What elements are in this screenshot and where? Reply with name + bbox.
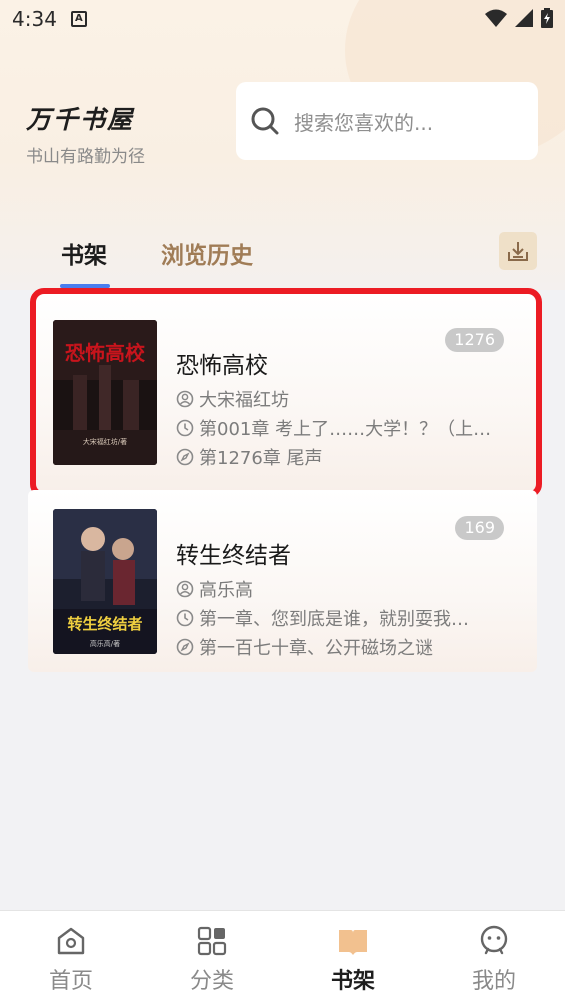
download-icon bbox=[508, 242, 528, 261]
home-icon bbox=[57, 927, 85, 955]
book-author: 大宋福红坊 bbox=[199, 390, 289, 411]
cover-title: 恐怖高校 bbox=[65, 341, 146, 365]
nav-home[interactable]: 首页 bbox=[31, 925, 111, 995]
book-card-1[interactable]: 恐怖高校 大宋福红坊/著 恐怖高校 1276 大宋福红坊 第001章 考上了……… bbox=[30, 288, 542, 498]
chapter-count-badge: 1276 bbox=[445, 328, 504, 352]
nav-bookshelf[interactable]: 书架 bbox=[313, 925, 393, 995]
nav-category[interactable]: 分类 bbox=[172, 925, 252, 995]
author-row: 大宋福红坊 bbox=[176, 386, 516, 412]
app-slogan: 书山有路勤为径 bbox=[26, 147, 145, 167]
brand: 万千书屋 书山有路勤为径 bbox=[26, 100, 145, 167]
nav-label: 书架 bbox=[330, 969, 375, 994]
book-cover: 恐怖高校 大宋福红坊/著 bbox=[53, 320, 157, 465]
last-read-row: 第一章、您到底是谁，就别耍我… bbox=[176, 605, 506, 631]
latest-row: 第一百七十章、公开磁场之谜 bbox=[176, 634, 506, 660]
book-title: 恐怖高校 bbox=[176, 353, 268, 379]
status-bar: 4:34 A bbox=[0, 0, 565, 38]
book-author: 高乐高 bbox=[199, 580, 253, 601]
download-button[interactable] bbox=[499, 232, 537, 270]
tab-history[interactable]: 浏览历史 bbox=[161, 236, 253, 270]
clock-icon bbox=[176, 609, 194, 627]
latest-chapter: 第1276章 尾声 bbox=[199, 448, 323, 469]
author-icon bbox=[176, 390, 194, 408]
author-icon bbox=[176, 580, 194, 598]
bookshelf-icon bbox=[339, 930, 367, 955]
nav-label: 我的 bbox=[471, 969, 516, 994]
status-time: 4:34 bbox=[12, 7, 57, 31]
author-row: 高乐高 bbox=[176, 576, 506, 602]
search-input[interactable]: 搜索您喜欢的... bbox=[236, 82, 538, 160]
compass-icon bbox=[176, 638, 194, 656]
cover-author: 高乐高/著 bbox=[90, 639, 120, 648]
tab-bar: 书架 浏览历史 bbox=[0, 230, 565, 290]
book-card-2[interactable]: 转生终结者 高乐高/著 转生终结者 169 高乐高 第一章、您到底是谁，就别耍我… bbox=[28, 490, 537, 672]
nav-label: 首页 bbox=[48, 969, 93, 994]
latest-row: 第1276章 尾声 bbox=[176, 444, 512, 470]
last-read-row: 第001章 考上了……大学！？（上… bbox=[176, 415, 512, 441]
cover-author: 大宋福红坊/著 bbox=[83, 437, 127, 446]
compass-icon bbox=[176, 448, 194, 466]
category-icon bbox=[197, 926, 227, 956]
signal-icon bbox=[515, 9, 533, 27]
nav-profile[interactable]: 我的 bbox=[454, 925, 534, 995]
bottom-nav: 首页 分类 书架 我的 bbox=[0, 910, 565, 1004]
status-icons bbox=[485, 8, 553, 28]
app-title: 万千书屋 bbox=[26, 105, 135, 134]
profile-icon bbox=[480, 925, 508, 955]
last-read-chapter: 第一章、您到底是谁，就别耍我… bbox=[199, 609, 469, 630]
book-title: 转生终结者 bbox=[176, 543, 291, 569]
sim-icon: A bbox=[70, 11, 87, 27]
chapter-count-badge: 169 bbox=[455, 516, 504, 540]
battery-icon bbox=[541, 8, 553, 28]
nav-label: 分类 bbox=[189, 969, 234, 994]
tab-active-indicator bbox=[60, 284, 110, 288]
search-icon bbox=[251, 107, 279, 135]
search-placeholder: 搜索您喜欢的... bbox=[294, 110, 434, 135]
wifi-icon bbox=[485, 9, 507, 27]
book-cover: 转生终结者 高乐高/著 bbox=[53, 509, 157, 654]
cover-title: 转生终结者 bbox=[67, 615, 142, 633]
clock-icon bbox=[176, 419, 194, 437]
tab-bookshelf[interactable]: 书架 bbox=[61, 236, 107, 270]
last-read-chapter: 第001章 考上了……大学！？（上… bbox=[199, 419, 492, 440]
latest-chapter: 第一百七十章、公开磁场之谜 bbox=[199, 638, 433, 659]
